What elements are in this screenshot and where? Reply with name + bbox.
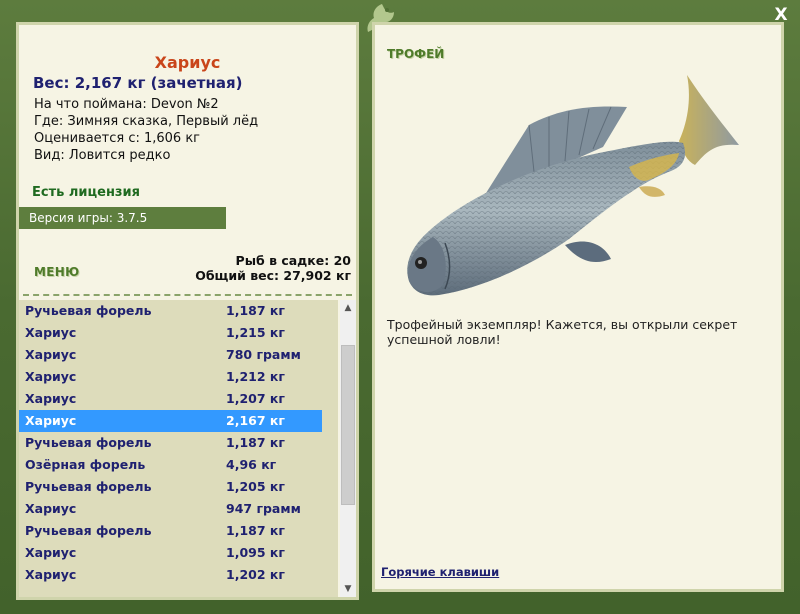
fish-list[interactable]: Ручьевая форель 1,187 кг Хариус 1,215 кг Хар… [19,300,338,597]
fish-weight: 780 грамм [226,347,301,362]
fish-list-row[interactable]: Хариус 1,212 кг [19,366,338,388]
fish-list-row[interactable]: Ручьевая форель 1,187 кг [19,300,338,322]
scroll-thumb[interactable] [341,345,355,505]
fish-name: Хариус [25,413,77,428]
fish-name: Хариус [25,347,77,362]
fish-list-row[interactable]: Ручьевая форель 1,187 кг [19,432,338,454]
fish-list-row[interactable]: Хариус 1,215 кг [19,322,338,344]
trophy-panel: ТРОФЕЙ Трофейный экземпляр! Кажется, вы … [372,22,784,592]
fish-list-row[interactable]: Ручьевая форель 1,205 кг [19,476,338,498]
hotkeys-link[interactable]: Горячие клавиши [381,565,499,579]
fish-name: Хариус [25,545,77,560]
catch-weight: Вес: 2,167 кг (зачетная) [33,74,243,92]
license-status: Есть лицензия [32,185,140,200]
catch-details-panel: Хариус Вес: 2,167 кг (зачетная) На что п… [16,22,359,600]
total-weight: Общий вес: 27,902 кг [195,268,351,283]
fish-weight: 1,205 кг [226,479,285,494]
info-location: Где: Зимняя сказка, Первый лёд [34,114,259,129]
fish-list-row[interactable]: Хариус 1,202 кг [19,564,338,586]
keepnet-stats: Рыб в садке: 20 Общий вес: 27,902 кг [195,253,351,283]
fish-name: Ручьевая форель [25,303,152,318]
fish-count: Рыб в садке: 20 [235,253,351,268]
fish-weight: 1,212 кг [226,369,285,384]
fish-name: Ручьевая форель [25,479,152,494]
fish-name: Хариус [25,567,77,582]
scroll-down-icon[interactable]: ▼ [340,581,356,597]
fish-list-row[interactable]: Хариус 1,095 кг [19,542,338,564]
fish-name: Хариус [25,325,77,340]
fish-name: Озёрная форель [25,457,146,472]
fish-name: Хариус [25,369,77,384]
game-version: Версия игры: 3.7.5 [19,207,226,229]
fish-list-scrollbar[interactable]: ▲ ▼ [340,300,356,597]
fish-weight: 1,095 кг [226,545,285,560]
fish-list-row[interactable]: Хариус 1,207 кг [19,388,338,410]
info-rarity: Вид: Ловится редко [34,148,171,163]
fish-list-row[interactable]: Хариус 2,167 кг [19,410,322,432]
fish-list-row[interactable]: Хариус 947 грамм [19,498,338,520]
fish-weight: 1,207 кг [226,391,285,406]
info-threshold: Оценивается с: 1,606 кг [34,131,201,146]
fish-name: Хариус [25,501,77,516]
trophy-message: Трофейный экземпляр! Кажется, вы открыли… [387,317,738,347]
fish-weight: 2,167 кг [226,413,285,428]
catch-title: Хариус [154,53,221,72]
scroll-up-icon[interactable]: ▲ [340,300,356,316]
info-bait: На что поймана: Devon №2 [34,97,219,112]
app-frame: X Хариус Вес: 2,167 кг (зачетная) На что… [0,0,800,614]
menu-button[interactable]: МЕНЮ [34,265,79,279]
divider [23,294,352,296]
fish-name: Хариус [25,391,77,406]
fish-weight: 1,187 кг [226,435,285,450]
grayling-fish-image [407,75,739,296]
fish-weight: 1,187 кг [226,523,285,538]
fish-weight: 947 грамм [226,501,301,516]
fish-weight: 4,96 кг [226,457,277,472]
trophy-label: ТРОФЕЙ [387,47,445,61]
fish-list-row[interactable]: Ручьевая форель 1,187 кг [19,520,338,542]
fish-weight: 1,187 кг [226,303,285,318]
fish-weight: 1,215 кг [226,325,285,340]
fish-list-row[interactable]: Хариус 780 грамм [19,344,338,366]
fish-name: Ручьевая форель [25,523,152,538]
fish-weight: 1,202 кг [226,567,285,582]
fish-name: Ручьевая форель [25,435,152,450]
fish-list-row[interactable]: Озёрная форель 4,96 кг [19,454,338,476]
